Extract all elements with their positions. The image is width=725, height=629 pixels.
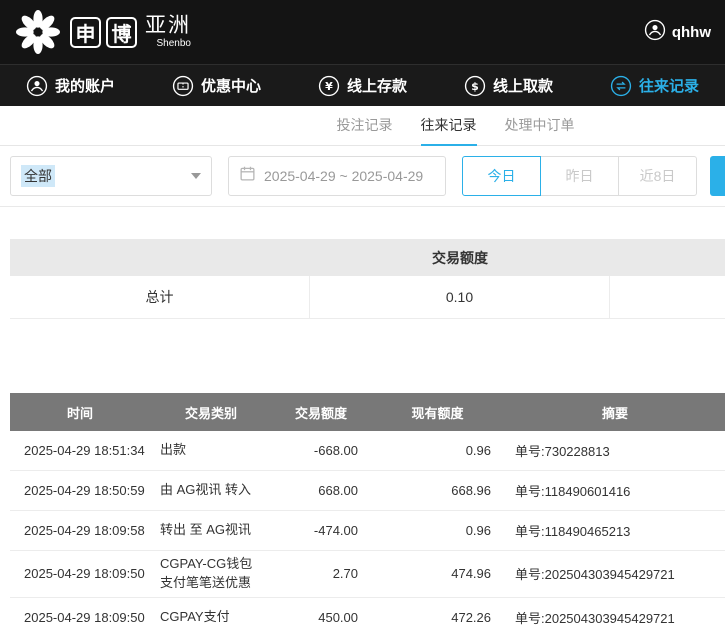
table-cell: -474.00 [272, 523, 370, 538]
table-cell: 单号:202504303945429721 [505, 608, 725, 627]
table-cell: 转出 至 AG视讯 [150, 517, 272, 544]
subtab-2[interactable]: 处理中订单 [505, 106, 575, 146]
table-cell: -668.00 [272, 443, 370, 458]
table-row: 2025-04-29 18:09:50CGPAY支付450.00472.26单号… [10, 598, 725, 629]
brand-seal-char: 博 [106, 17, 137, 48]
date-range-input[interactable]: 2025-04-29 ~ 2025-04-29 [228, 156, 446, 196]
table-cell: 0.96 [370, 443, 505, 458]
svg-text:$: $ [471, 80, 479, 93]
date-range-value: 2025-04-29 ~ 2025-04-29 [264, 168, 423, 184]
transfer-icon [610, 75, 632, 97]
account-widget[interactable]: qhhw [644, 19, 711, 46]
avatar-icon [644, 19, 666, 46]
nav-item-3[interactable]: $ 线上取款 [464, 75, 553, 97]
quick-range-group: 今日昨日近8日 [462, 156, 697, 196]
table-row: 2025-04-29 18:09:58转出 至 AG视讯-474.000.96单… [10, 511, 725, 551]
svg-text:¥: ¥ [325, 80, 333, 93]
table-cell: 单号:202504303945429721 [505, 564, 725, 583]
top-bar: 申 博 亚洲 Shenbo qhhw [0, 0, 725, 64]
record-subtabs: 投注记录往来记录处理中订单 [0, 106, 725, 146]
table-cell: 2.70 [272, 566, 370, 581]
table-cell: 472.26 [370, 610, 505, 625]
table-cell: 出款 [150, 437, 272, 464]
column-header-3: 现有额度 [370, 393, 505, 431]
table-row: 2025-04-29 18:51:34出款-668.000.96单号:73022… [10, 431, 725, 471]
nav-item-1[interactable]: 优惠中心 [172, 75, 261, 97]
record-type-value: 全部 [21, 165, 55, 187]
brand-region-block: 亚洲 Shenbo [145, 15, 191, 49]
table-cell: 474.96 [370, 566, 505, 581]
table-row: 2025-04-29 18:50:59由 AG视讯 转入668.00668.96… [10, 471, 725, 511]
records-table-body: 2025-04-29 18:51:34出款-668.000.96单号:73022… [10, 431, 725, 629]
table-row: 2025-04-29 18:09:50CGPAY-CG钱包支付笔笔送优惠2.70… [10, 551, 725, 598]
table-cell: 2025-04-29 18:09:50 [10, 566, 150, 581]
nav-item-label: 我的账户 [55, 75, 115, 96]
quick-range-button-1[interactable]: 昨日 [540, 156, 619, 196]
flower-logo-icon [14, 8, 62, 56]
table-cell: CGPAY-CG钱包支付笔笔送优惠 [150, 551, 272, 597]
table-cell: 450.00 [272, 610, 370, 625]
table-cell: 2025-04-29 18:50:59 [10, 483, 150, 498]
summary-table: 交易额度 总计 0.10 [10, 239, 725, 319]
summary-total-row: 总计 0.10 [10, 276, 725, 319]
brand-subtitle: Shenbo [157, 39, 191, 49]
nav-item-label: 线上取款 [493, 75, 553, 96]
filter-bar: 全部 2025-04-29 ~ 2025-04-29 今日昨日近8日 [0, 146, 725, 207]
table-cell: 0.96 [370, 523, 505, 538]
nav-item-label: 往来记录 [639, 75, 699, 96]
table-cell: 单号:118490601416 [505, 481, 725, 500]
record-type-select[interactable]: 全部 [10, 156, 212, 196]
calendar-icon [239, 165, 256, 187]
column-header-1: 交易类别 [150, 393, 272, 431]
column-header-2: 交易额度 [272, 393, 370, 431]
nav-item-0[interactable]: 我的账户 [26, 75, 115, 97]
table-cell: 2025-04-29 18:09:58 [10, 523, 150, 538]
table-cell: 668.96 [370, 483, 505, 498]
column-header-4: 摘要 [505, 393, 725, 431]
ticket-icon [172, 75, 194, 97]
username: qhhw [672, 24, 711, 41]
nav-item-label: 优惠中心 [201, 75, 261, 96]
subtab-1[interactable]: 往来记录 [421, 106, 477, 146]
nav-item-2[interactable]: ¥ 线上存款 [318, 75, 407, 97]
column-header-0: 时间 [10, 393, 150, 431]
nav-item-4[interactable]: 往来记录 [610, 75, 699, 97]
records-table: 时间交易类别交易额度现有额度摘要 2025-04-29 18:51:34出款-6… [10, 393, 725, 629]
summary-header-cell [610, 239, 725, 276]
main-nav: 我的账户 优惠中心 ¥ 线上存款 $ 线上取款 往来记录 [0, 64, 725, 106]
user-icon [26, 75, 48, 97]
coin-icon: ¥ [318, 75, 340, 97]
table-cell: 单号:118490465213 [505, 521, 725, 540]
dollar-icon: $ [464, 75, 486, 97]
search-button[interactable] [710, 156, 725, 196]
table-cell: 668.00 [272, 483, 370, 498]
summary-total-value: 0.10 [310, 276, 610, 318]
table-cell: 2025-04-29 18:09:50 [10, 610, 150, 625]
summary-empty-cell [610, 276, 725, 318]
table-cell: 单号:730228813 [505, 441, 725, 460]
quick-range-button-2[interactable]: 近8日 [618, 156, 697, 196]
table-cell: 2025-04-29 18:51:34 [10, 443, 150, 458]
summary-header-amount: 交易额度 [310, 239, 610, 276]
brand-region: 亚洲 [145, 15, 191, 36]
summary-header-cell [10, 239, 310, 276]
summary-header-row: 交易额度 [10, 239, 725, 276]
brand-logo: 申 博 亚洲 Shenbo [14, 8, 191, 56]
brand-seal-char: 申 [70, 17, 101, 48]
chevron-down-icon [191, 173, 201, 179]
summary-total-label: 总计 [10, 276, 310, 318]
quick-range-button-0[interactable]: 今日 [462, 156, 541, 196]
nav-item-label: 线上存款 [347, 75, 407, 96]
subtab-0[interactable]: 投注记录 [337, 106, 393, 146]
table-cell: CGPAY支付 [150, 604, 272, 629]
table-cell: 由 AG视讯 转入 [150, 477, 272, 504]
records-table-header: 时间交易类别交易额度现有额度摘要 [10, 393, 725, 431]
